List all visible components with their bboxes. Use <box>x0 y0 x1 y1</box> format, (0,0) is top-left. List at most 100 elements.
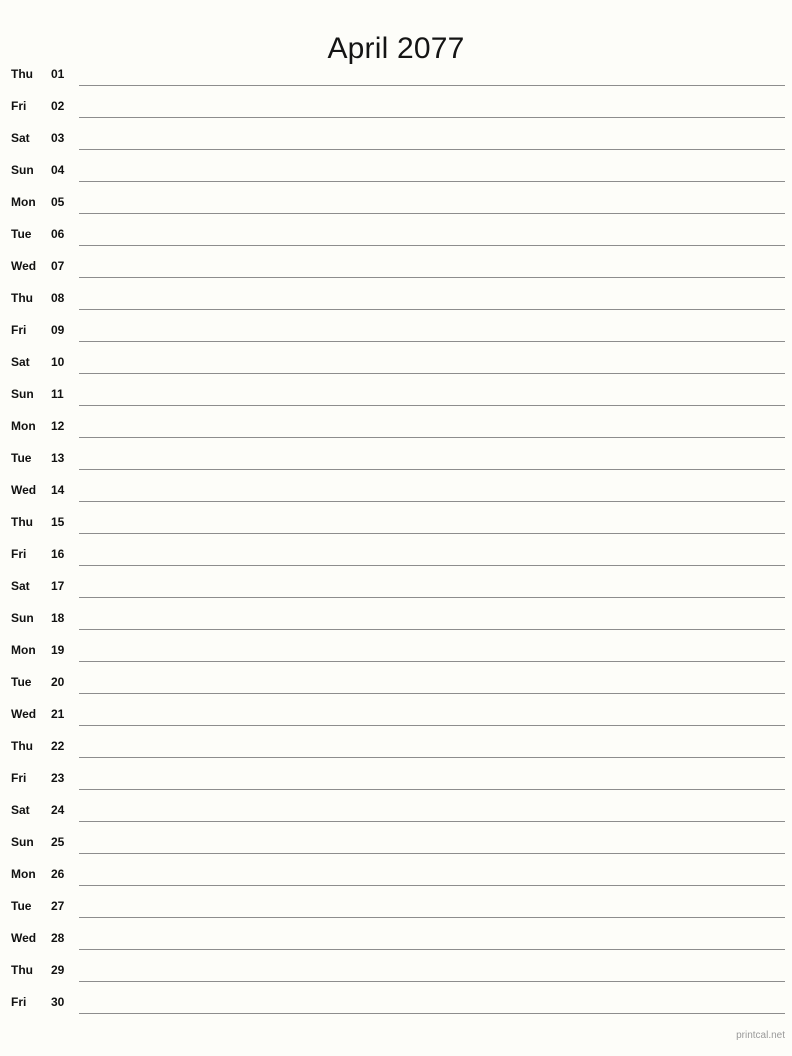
day-weekday-label: Sat <box>11 355 30 369</box>
day-row: Thu 22 <box>0 732 792 764</box>
day-date-number: 19 <box>51 643 65 657</box>
day-weekday-label: Fri <box>11 995 27 1009</box>
day-writing-line[interactable] <box>79 725 785 726</box>
day-date-number: 25 <box>51 835 65 849</box>
day-writing-line[interactable] <box>79 629 785 630</box>
day-date-number: 23 <box>51 771 65 785</box>
day-writing-line[interactable] <box>79 661 785 662</box>
day-date-number: 21 <box>51 707 65 721</box>
day-weekday-label: Thu <box>11 291 33 305</box>
day-date-number: 11 <box>51 387 64 401</box>
day-row: Sat 10 <box>0 348 792 380</box>
day-writing-line[interactable] <box>79 501 785 502</box>
day-row: Tue 13 <box>0 444 792 476</box>
day-writing-line[interactable] <box>79 341 785 342</box>
day-weekday-label: Fri <box>11 547 27 561</box>
day-date-number: 08 <box>51 291 65 305</box>
day-writing-line[interactable] <box>79 565 785 566</box>
day-date-number: 18 <box>51 611 65 625</box>
day-writing-line[interactable] <box>79 789 785 790</box>
day-writing-line[interactable] <box>79 213 785 214</box>
day-date-number: 13 <box>51 451 65 465</box>
day-row: Wed 14 <box>0 476 792 508</box>
day-writing-line[interactable] <box>79 309 785 310</box>
day-weekday-label: Sun <box>11 611 34 625</box>
day-writing-line[interactable] <box>79 149 785 150</box>
day-row: Sun 18 <box>0 604 792 636</box>
day-weekday-label: Tue <box>11 227 32 241</box>
day-writing-line[interactable] <box>79 437 785 438</box>
day-weekday-label: Tue <box>11 451 32 465</box>
day-row: Sat 24 <box>0 796 792 828</box>
day-weekday-label: Mon <box>11 419 36 433</box>
day-writing-line[interactable] <box>79 853 785 854</box>
day-writing-line[interactable] <box>79 821 785 822</box>
day-writing-line[interactable] <box>79 757 785 758</box>
day-date-number: 24 <box>51 803 65 817</box>
day-row: Sat 17 <box>0 572 792 604</box>
day-weekday-label: Thu <box>11 67 33 81</box>
day-row: Fri 30 <box>0 988 792 1020</box>
day-writing-line[interactable] <box>79 533 785 534</box>
day-date-number: 09 <box>51 323 65 337</box>
day-row: Sun 11 <box>0 380 792 412</box>
day-date-number: 05 <box>51 195 65 209</box>
day-date-number: 27 <box>51 899 65 913</box>
day-date-number: 03 <box>51 131 65 145</box>
day-date-number: 14 <box>51 483 65 497</box>
day-weekday-label: Fri <box>11 771 27 785</box>
footer-attribution: printcal.net <box>736 1030 785 1041</box>
day-list: Thu 01 Fri 02 Sat 03 Sun 04 Mon 05 Tue 06 Wed 07 Thu 08… <box>0 60 792 1020</box>
day-date-number: 28 <box>51 931 65 945</box>
day-date-number: 22 <box>51 739 65 753</box>
day-row: Thu 08 <box>0 284 792 316</box>
day-date-number: 07 <box>51 259 65 273</box>
day-date-number: 26 <box>51 867 65 881</box>
day-row: Wed 21 <box>0 700 792 732</box>
day-row: Sun 25 <box>0 828 792 860</box>
day-writing-line[interactable] <box>79 1013 785 1014</box>
day-row: Wed 07 <box>0 252 792 284</box>
day-weekday-label: Fri <box>11 99 27 113</box>
day-row: Mon 12 <box>0 412 792 444</box>
day-weekday-label: Fri <box>11 323 27 337</box>
day-row: Tue 20 <box>0 668 792 700</box>
day-writing-line[interactable] <box>79 85 785 86</box>
day-row: Wed 28 <box>0 924 792 956</box>
day-row: Thu 01 <box>0 60 792 92</box>
day-writing-line[interactable] <box>79 373 785 374</box>
day-date-number: 10 <box>51 355 65 369</box>
day-weekday-label: Mon <box>11 195 36 209</box>
day-writing-line[interactable] <box>79 405 785 406</box>
day-writing-line[interactable] <box>79 277 785 278</box>
day-writing-line[interactable] <box>79 949 785 950</box>
day-row: Fri 02 <box>0 92 792 124</box>
day-weekday-label: Wed <box>11 483 37 497</box>
day-row: Sat 03 <box>0 124 792 156</box>
day-writing-line[interactable] <box>79 885 785 886</box>
day-date-number: 15 <box>51 515 65 529</box>
day-row: Mon 26 <box>0 860 792 892</box>
day-date-number: 29 <box>51 963 65 977</box>
day-date-number: 16 <box>51 547 65 561</box>
day-weekday-label: Wed <box>11 931 37 945</box>
day-weekday-label: Sun <box>11 835 34 849</box>
day-weekday-label: Thu <box>11 963 33 977</box>
day-writing-line[interactable] <box>79 245 785 246</box>
day-writing-line[interactable] <box>79 117 785 118</box>
day-writing-line[interactable] <box>79 597 785 598</box>
day-weekday-label: Wed <box>11 259 37 273</box>
day-date-number: 17 <box>51 579 65 593</box>
day-date-number: 01 <box>51 67 65 81</box>
day-weekday-label: Mon <box>11 867 36 881</box>
day-weekday-label: Sat <box>11 579 30 593</box>
day-writing-line[interactable] <box>79 181 785 182</box>
day-writing-line[interactable] <box>79 693 785 694</box>
day-date-number: 12 <box>51 419 65 433</box>
day-date-number: 02 <box>51 99 65 113</box>
day-writing-line[interactable] <box>79 981 785 982</box>
day-date-number: 20 <box>51 675 65 689</box>
day-weekday-label: Sun <box>11 387 34 401</box>
day-writing-line[interactable] <box>79 469 785 470</box>
day-writing-line[interactable] <box>79 917 785 918</box>
